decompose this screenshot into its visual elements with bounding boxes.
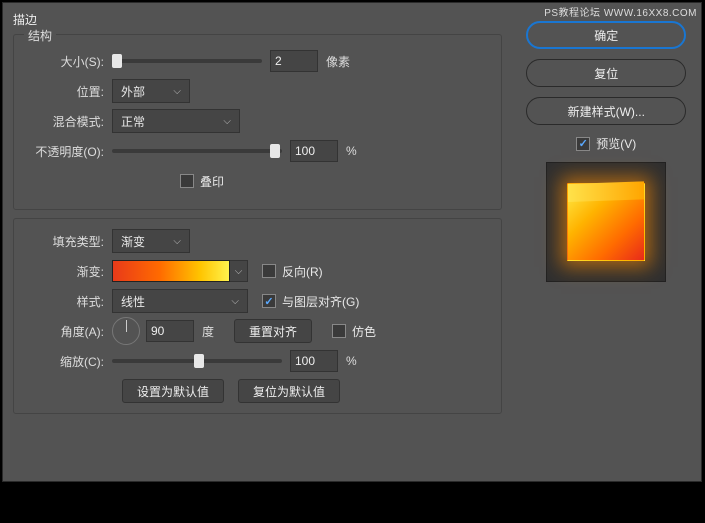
- position-select[interactable]: 外部 ⌵: [112, 79, 190, 103]
- size-slider[interactable]: [112, 59, 262, 63]
- preview-box: [546, 162, 666, 282]
- filltype-select[interactable]: 渐变 ⌵: [112, 229, 190, 253]
- overprint-label: 叠印: [200, 173, 224, 190]
- angle-label: 角度(A):: [22, 323, 112, 340]
- chevron-down-icon: ⌵: [173, 236, 181, 247]
- new-style-button[interactable]: 新建样式(W)...: [526, 97, 686, 125]
- size-label: 大小(S):: [22, 53, 112, 70]
- watermark-text: PS教程论坛 WWW.16XX8.COM: [542, 3, 699, 20]
- position-value: 外部: [121, 83, 145, 100]
- chevron-down-icon: ⌵: [173, 86, 181, 97]
- angle-dial[interactable]: [112, 317, 140, 345]
- gradient-label: 渐变:: [22, 263, 112, 280]
- size-unit: 像素: [326, 53, 350, 70]
- chevron-down-icon: ⌵: [231, 296, 239, 307]
- style-value: 线性: [121, 293, 145, 310]
- fill-group: 填充类型: 渐变 ⌵ 渐变: ⌵ 反向(R) 样式: 线性 ⌵: [13, 218, 502, 414]
- cancel-button[interactable]: 复位: [526, 59, 686, 87]
- dither-checkbox[interactable]: [332, 324, 346, 338]
- overprint-checkbox[interactable]: [180, 174, 194, 188]
- reset-align-button[interactable]: 重置对齐: [234, 319, 312, 343]
- opacity-input[interactable]: [290, 140, 338, 162]
- reverse-label: 反向(R): [282, 263, 323, 280]
- structure-group: 结构 大小(S): 像素 位置: 外部 ⌵ 混合模式: 正常 ⌵: [13, 34, 502, 210]
- angle-unit: 度: [202, 323, 214, 340]
- reverse-checkbox[interactable]: [262, 264, 276, 278]
- dither-label: 仿色: [352, 323, 376, 340]
- scale-input[interactable]: [290, 350, 338, 372]
- angle-input[interactable]: [146, 320, 194, 342]
- blend-mode-label: 混合模式:: [22, 113, 112, 130]
- size-input[interactable]: [270, 50, 318, 72]
- blend-mode-select[interactable]: 正常 ⌵: [112, 109, 240, 133]
- structure-group-title: 结构: [24, 27, 56, 44]
- scale-slider[interactable]: [112, 359, 282, 363]
- blend-mode-value: 正常: [121, 113, 145, 130]
- position-label: 位置:: [22, 83, 112, 100]
- style-select[interactable]: 线性 ⌵: [112, 289, 248, 313]
- preview-thumbnail: [567, 183, 645, 261]
- filltype-label: 填充类型:: [22, 233, 112, 250]
- dialog-title: 描边: [13, 11, 502, 28]
- ok-button[interactable]: 确定: [526, 21, 686, 49]
- opacity-unit: %: [346, 144, 357, 158]
- align-label: 与图层对齐(G): [282, 293, 359, 310]
- style-label: 样式:: [22, 293, 112, 310]
- gradient-swatch[interactable]: [112, 260, 230, 282]
- preview-label: 预览(V): [596, 135, 636, 152]
- align-checkbox[interactable]: [262, 294, 276, 308]
- opacity-label: 不透明度(O):: [22, 143, 112, 160]
- set-default-button[interactable]: 设置为默认值: [122, 379, 224, 403]
- scale-unit: %: [346, 354, 357, 368]
- chevron-down-icon: ⌵: [223, 116, 231, 127]
- reset-default-button[interactable]: 复位为默认值: [238, 379, 340, 403]
- opacity-slider[interactable]: [112, 149, 282, 153]
- gradient-picker-button[interactable]: ⌵: [230, 260, 248, 282]
- preview-checkbox[interactable]: [576, 137, 590, 151]
- filltype-value: 渐变: [121, 233, 145, 250]
- scale-label: 缩放(C):: [22, 353, 112, 370]
